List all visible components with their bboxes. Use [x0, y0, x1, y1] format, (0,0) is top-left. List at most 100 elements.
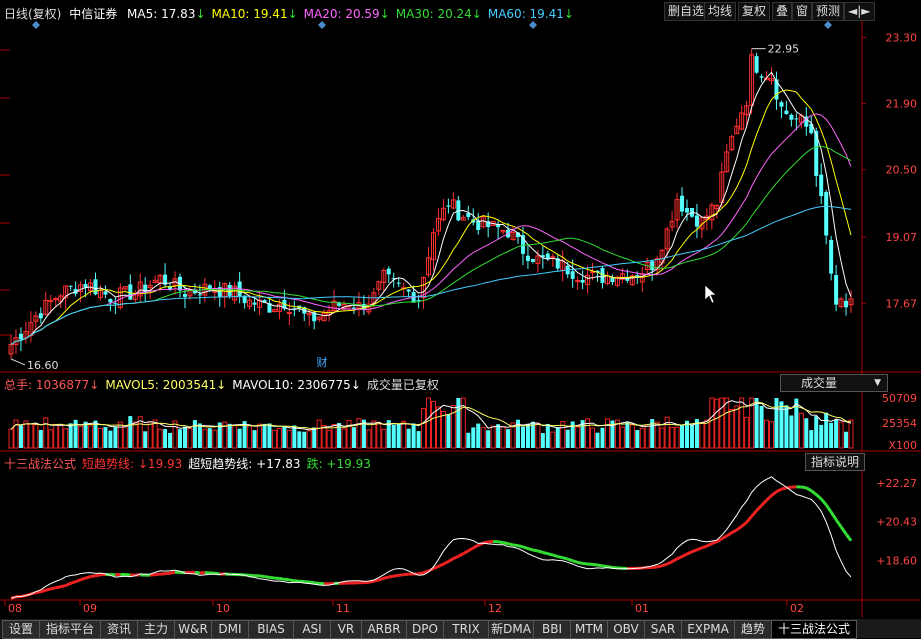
tab-5[interactable]: DMI: [211, 620, 249, 639]
tab-15[interactable]: OBV: [607, 620, 645, 639]
short-trend-segment: [384, 577, 389, 578]
toolbar-button-0[interactable]: 删自选: [664, 2, 708, 21]
volume-bar: [327, 430, 331, 448]
tab-19[interactable]: 十三战法公式: [771, 620, 857, 639]
tab-10[interactable]: DPO: [406, 620, 444, 639]
candle-body: [794, 118, 798, 119]
short-trend-segment: [86, 577, 91, 578]
volume-bar: [725, 398, 729, 448]
short-trend-segment: [757, 505, 762, 510]
volume-bar: [710, 398, 714, 448]
short-trend-segment: [71, 582, 76, 584]
volume-bar: [665, 417, 669, 448]
tab-2[interactable]: 资讯: [100, 620, 138, 639]
short-trend-segment: [513, 545, 518, 546]
volume-bar: [213, 430, 217, 448]
volume-bar: [804, 418, 808, 448]
volume-bar: [700, 422, 704, 448]
toolbar-button-2[interactable]: 复权: [738, 2, 770, 21]
short-trend-segment: [657, 566, 662, 567]
short-trend-segment: [473, 545, 478, 548]
tab-18[interactable]: 趋势: [734, 620, 772, 639]
short-trend-segment: [51, 588, 56, 589]
volume-bar: [536, 423, 540, 448]
volume-bar: [735, 406, 739, 448]
tab-7[interactable]: ASI: [293, 620, 331, 639]
tab-1[interactable]: 指标平台: [39, 620, 101, 639]
volume-bar: [789, 415, 793, 448]
tab-17[interactable]: EXPMA: [681, 620, 735, 639]
short-trend-segment: [841, 527, 846, 534]
volume-bar: [287, 430, 291, 448]
short-trend-segment: [767, 496, 772, 501]
tab-14[interactable]: MTM: [570, 620, 608, 639]
chevron-down-icon: ▼: [874, 375, 881, 391]
volume-bar: [551, 432, 555, 448]
volume-bar: [367, 430, 371, 448]
candle-body: [84, 284, 88, 287]
x-axis-label: 02: [790, 602, 804, 615]
volume-axis-label: X100: [888, 439, 917, 452]
toolbar-button-6[interactable]: ◄|►: [844, 2, 875, 21]
short-trend-segment: [150, 575, 155, 576]
short-trend-segment: [707, 544, 712, 546]
vol-header-item-1: MAVOL5: 2003541↓: [105, 378, 226, 392]
volume-bar: [168, 433, 172, 448]
short-trend-segment: [722, 536, 727, 539]
tab-3[interactable]: 主力: [137, 620, 175, 639]
candle-body: [581, 280, 585, 283]
short-trend-segment: [36, 592, 41, 593]
period-label[interactable]: 日线(复权): [4, 7, 61, 21]
price-axis-label: 23.30: [886, 31, 918, 44]
short-trend-segment: [463, 551, 468, 554]
volume-bar: [715, 399, 719, 448]
marker-diamond-icon: [824, 21, 832, 29]
ma-labels: MA5: 17.83↓MA10: 19.41↓MA20: 20.59↓MA30:…: [121, 7, 574, 21]
toolbar-button-1[interactable]: 均线: [704, 2, 736, 21]
price-axis-label: 21.90: [886, 98, 918, 111]
tab-6[interactable]: BIAS: [248, 620, 294, 639]
toolbar-button-3[interactable]: 叠: [772, 2, 792, 21]
volume-bar: [118, 422, 122, 448]
volume-bar: [546, 424, 550, 448]
volume-bar: [427, 398, 431, 448]
ind-header-item-0: 十三战法公式: [4, 457, 76, 471]
tab-4[interactable]: W&R: [174, 620, 212, 639]
volume-bar: [799, 413, 803, 448]
ma10-line: [11, 90, 851, 345]
volume-bar: [441, 411, 445, 448]
short-trend-segment: [816, 495, 821, 499]
x-axis-label: 08: [8, 602, 22, 615]
short-trend-segment: [752, 511, 757, 517]
short-trend-segment: [672, 559, 677, 562]
toolbar-button-4[interactable]: 窗: [792, 2, 812, 21]
event-marker: 财: [317, 355, 328, 369]
indicator-help-button[interactable]: 指标说明: [805, 453, 865, 471]
short-trend-segment: [309, 582, 314, 583]
volume-bar: [103, 427, 107, 448]
candle-body: [784, 111, 788, 114]
tab-12[interactable]: 新DMA: [488, 620, 534, 639]
volume-bar: [407, 429, 411, 448]
tab-0[interactable]: 设置: [2, 620, 40, 639]
volume-bar: [819, 425, 823, 448]
volume-bar: [596, 433, 600, 448]
volume-bar: [566, 430, 570, 448]
tab-16[interactable]: SAR: [644, 620, 682, 639]
short-trend-segment: [498, 542, 503, 543]
volume-bar: [745, 417, 749, 448]
volume-dropdown-label: 成交量: [801, 376, 837, 390]
volume-bar: [49, 430, 53, 448]
tab-8[interactable]: VR: [330, 620, 362, 639]
ma-arrow-icon: ↓: [472, 7, 482, 21]
toolbar-button-5[interactable]: 预测: [812, 2, 844, 21]
candle-body: [103, 291, 107, 294]
tab-9[interactable]: ARBR: [361, 620, 407, 639]
short-trend-segment: [458, 554, 463, 557]
volume-bar: [89, 426, 93, 448]
tab-11[interactable]: TRIX: [443, 620, 489, 639]
tab-13[interactable]: BBI: [533, 620, 571, 639]
volume-bar: [690, 425, 694, 448]
volume-dropdown[interactable]: 成交量 ▼: [780, 374, 888, 392]
candle-body: [834, 275, 838, 305]
